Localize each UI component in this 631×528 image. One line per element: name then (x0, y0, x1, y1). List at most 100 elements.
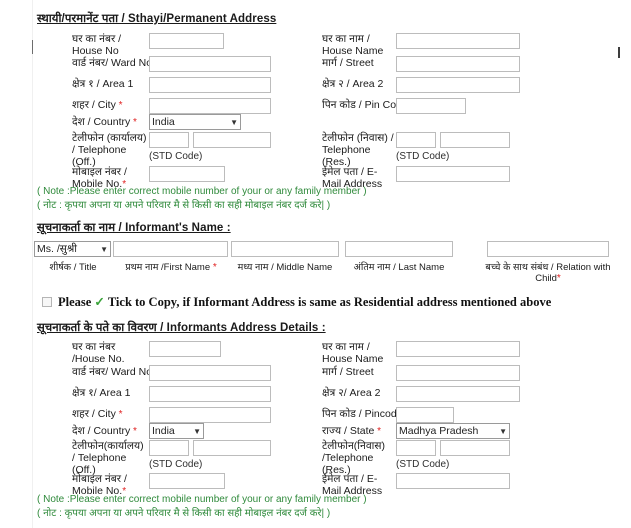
copy-address-text-before: Please (58, 294, 92, 309)
label-country: देश / Country * (72, 116, 137, 129)
required-asterisk: * (115, 100, 123, 111)
input-informant-telephone-off-std[interactable] (149, 440, 189, 456)
input-informant-telephone-res-std[interactable] (396, 440, 436, 456)
input-last-name[interactable] (345, 241, 453, 257)
informant-std-code-note-res: (STD Code) (396, 459, 450, 470)
chevron-down-icon: ▼ (193, 426, 201, 436)
column-header-middle-name: मध्य नाम / Middle Name (237, 262, 333, 273)
input-informant-house-name[interactable] (396, 341, 520, 357)
input-house-name[interactable] (396, 33, 520, 49)
input-informant-area-1[interactable] (149, 386, 271, 402)
std-code-note-off: (STD Code) (149, 151, 203, 162)
label-city: शहर / City * (72, 99, 123, 112)
label-city-text: शहर / City (72, 99, 116, 111)
label-informant-state: राज्य / State * (322, 425, 381, 438)
label-telephone-off: टेलीफोन (कार्यालय) / Telephone (Off.) (72, 132, 147, 168)
input-street[interactable] (396, 56, 520, 72)
required-asterisk: * (210, 262, 217, 273)
input-informant-area-2[interactable] (396, 386, 520, 402)
input-pin-code[interactable] (396, 98, 466, 114)
label-area-1: क्षेत्र १ / Area 1 (72, 78, 134, 90)
input-telephone-off-number[interactable] (193, 132, 271, 148)
select-country[interactable]: India ▼ (149, 114, 241, 130)
label-street: मार्ग / Street (322, 57, 374, 69)
label-informant-city-text: शहर / City (72, 408, 116, 420)
label-telephone-res: टेलीफोन (निवास) / Telephone (Res.) (322, 132, 394, 168)
chevron-down-icon: ▼ (499, 426, 507, 436)
column-header-first-name-text: प्रथम नाम /First Name (125, 262, 211, 273)
left-rule-tick (32, 40, 33, 54)
chevron-down-icon: ▼ (100, 244, 108, 254)
select-informant-title[interactable]: Ms. /सुश्री ▼ (34, 241, 111, 257)
note-mobile-en: ( Note :Please enter correct mobile numb… (37, 186, 367, 197)
required-asterisk: * (374, 426, 382, 437)
input-telephone-res-number[interactable] (440, 132, 510, 148)
input-area-1[interactable] (149, 77, 271, 93)
input-relation-with-child[interactable] (487, 241, 609, 257)
chevron-down-icon: ▼ (230, 117, 238, 127)
form-page: स्थायी/परमानेंट पता / Sthayi/Permanent A… (0, 0, 631, 528)
input-telephone-res-std[interactable] (396, 132, 436, 148)
required-asterisk: * (130, 117, 137, 128)
input-informant-ward-no[interactable] (149, 365, 271, 381)
input-informant-telephone-res-number[interactable] (440, 440, 510, 456)
informant-address-heading: सूचनाकर्ता के पते का विवरण / Informants … (37, 322, 326, 334)
informant-std-code-note-off: (STD Code) (149, 459, 203, 470)
column-header-relation-with-child: बच्चे के साथ संबंध / Relation with Child… (480, 262, 616, 284)
label-informant-house-no: घर का नंबर /House No. (72, 341, 125, 365)
input-mobile-no[interactable] (149, 166, 225, 182)
column-header-first-name: प्रथम नाम /First Name * (110, 262, 232, 273)
input-area-2[interactable] (396, 77, 520, 93)
check-icon: ✓ (94, 295, 105, 309)
informant-name-heading: सूचनाकर्ता का नाम / Informant's Name : (37, 222, 231, 234)
label-country-text: देश / Country (72, 116, 131, 128)
label-informant-country: देश / Country * (72, 425, 137, 438)
input-informant-pincode[interactable] (396, 407, 454, 423)
input-informant-mobile-no[interactable] (149, 473, 225, 489)
select-informant-title-value: Ms. /सुश्री (37, 243, 77, 255)
copy-address-text-after: Tick to Copy, if Informant Address is sa… (107, 294, 552, 309)
label-informant-telephone-res: टेलीफोन(निवास) /Telephone (Res.) (322, 440, 385, 476)
input-informant-house-no[interactable] (149, 341, 221, 357)
label-informant-house-name: घर का नाम / House Name (322, 341, 384, 365)
copy-address-checkbox[interactable] (42, 297, 52, 307)
column-header-last-name: अंतिम नाम / Last Name (353, 262, 445, 273)
input-informant-email[interactable] (396, 473, 510, 489)
label-house-no: घर का नंबर / House No (72, 33, 122, 57)
input-first-name[interactable] (113, 241, 228, 257)
label-ward-no: वार्ड नंबर/ Ward No. (72, 57, 155, 69)
label-informant-country-text: देश / Country (72, 425, 131, 437)
label-informant-pincode: पिन कोड / Pincode (322, 408, 403, 420)
required-asterisk: * (556, 273, 561, 284)
label-informant-telephone-off: टेलीफोन(कार्यालय) / Telephone (Off.) (72, 440, 144, 476)
input-telephone-off-std[interactable] (149, 132, 189, 148)
select-informant-state-value: Madhya Pradesh (399, 425, 479, 437)
required-asterisk: * (130, 426, 137, 437)
input-informant-city[interactable] (149, 407, 271, 423)
input-informant-telephone-off-number[interactable] (193, 440, 271, 456)
label-informant-area-2: क्षेत्र २/ Area 2 (322, 387, 381, 399)
label-informant-street: मार्ग / Street (322, 366, 374, 378)
std-code-note-res: (STD Code) (396, 151, 450, 162)
input-city[interactable] (149, 98, 271, 114)
input-middle-name[interactable] (231, 241, 339, 257)
input-house-no[interactable] (149, 33, 224, 49)
required-asterisk: * (115, 409, 123, 420)
label-house-name: घर का नाम / House Name (322, 33, 384, 57)
label-informant-city: शहर / City * (72, 408, 123, 421)
input-email[interactable] (396, 166, 510, 182)
right-edge-tick (618, 47, 620, 58)
select-informant-country[interactable]: India ▼ (149, 423, 204, 439)
permanent-address-heading: स्थायी/परमानेंट पता / Sthayi/Permanent A… (37, 13, 277, 25)
input-ward-no[interactable] (149, 56, 271, 72)
label-informant-state-text: राज्य / State (322, 425, 375, 437)
label-informant-area-1: क्षेत्र १/ Area 1 (72, 387, 131, 399)
column-header-title: शीर्षक / Title (49, 262, 97, 273)
input-informant-street[interactable] (396, 365, 520, 381)
column-header-relation-with-child-text: बच्चे के साथ संबंध / Relation with Child (485, 262, 611, 284)
informant-note-mobile-en: ( Note :Please enter correct mobile numb… (37, 494, 367, 505)
label-pin-code: पिन कोड / Pin Code (322, 99, 408, 111)
label-informant-ward-no: वार्ड नंबर/ Ward No. (72, 366, 155, 378)
copy-address-row[interactable]: Please ✓ Tick to Copy, if Informant Addr… (42, 294, 551, 310)
select-informant-state[interactable]: Madhya Pradesh ▼ (396, 423, 510, 439)
